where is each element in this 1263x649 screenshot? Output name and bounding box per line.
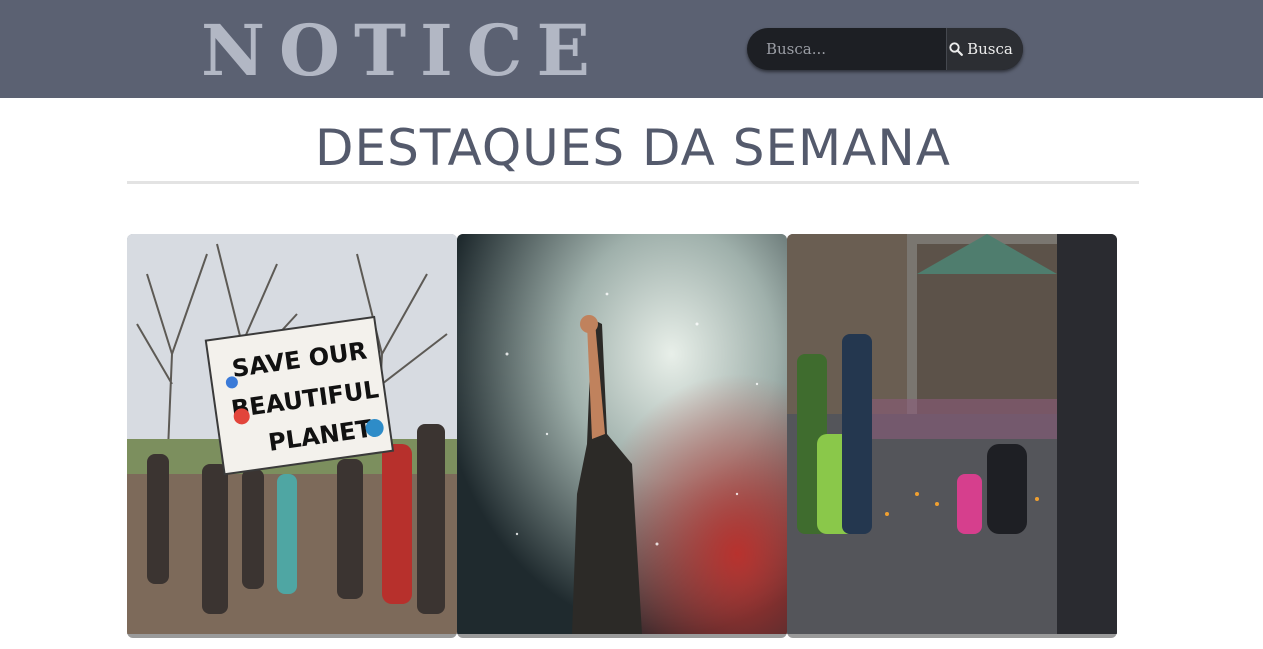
concert-photo — [457, 234, 787, 634]
section-title: DESTAQUES DA SEMANA — [315, 119, 951, 177]
search-icon — [949, 42, 964, 56]
site-logo[interactable]: NOTICE — [201, 8, 604, 94]
search-button-label: Busca — [967, 40, 1013, 58]
vigil-photo — [787, 234, 1117, 634]
featured-card-climate-march[interactable]: SAVE OUR BEAUTIFUL PLANET — [127, 234, 457, 638]
featured-card-vigil[interactable] — [787, 234, 1117, 638]
climate-march-photo: SAVE OUR BEAUTIFUL PLANET — [127, 234, 457, 634]
site-header: NOTICE Busca — [0, 0, 1263, 98]
title-divider — [127, 181, 1139, 184]
featured-card-concert[interactable] — [457, 234, 787, 638]
search-form: Busca — [747, 28, 1023, 70]
search-button[interactable]: Busca — [947, 28, 1023, 70]
search-input[interactable] — [747, 28, 946, 70]
